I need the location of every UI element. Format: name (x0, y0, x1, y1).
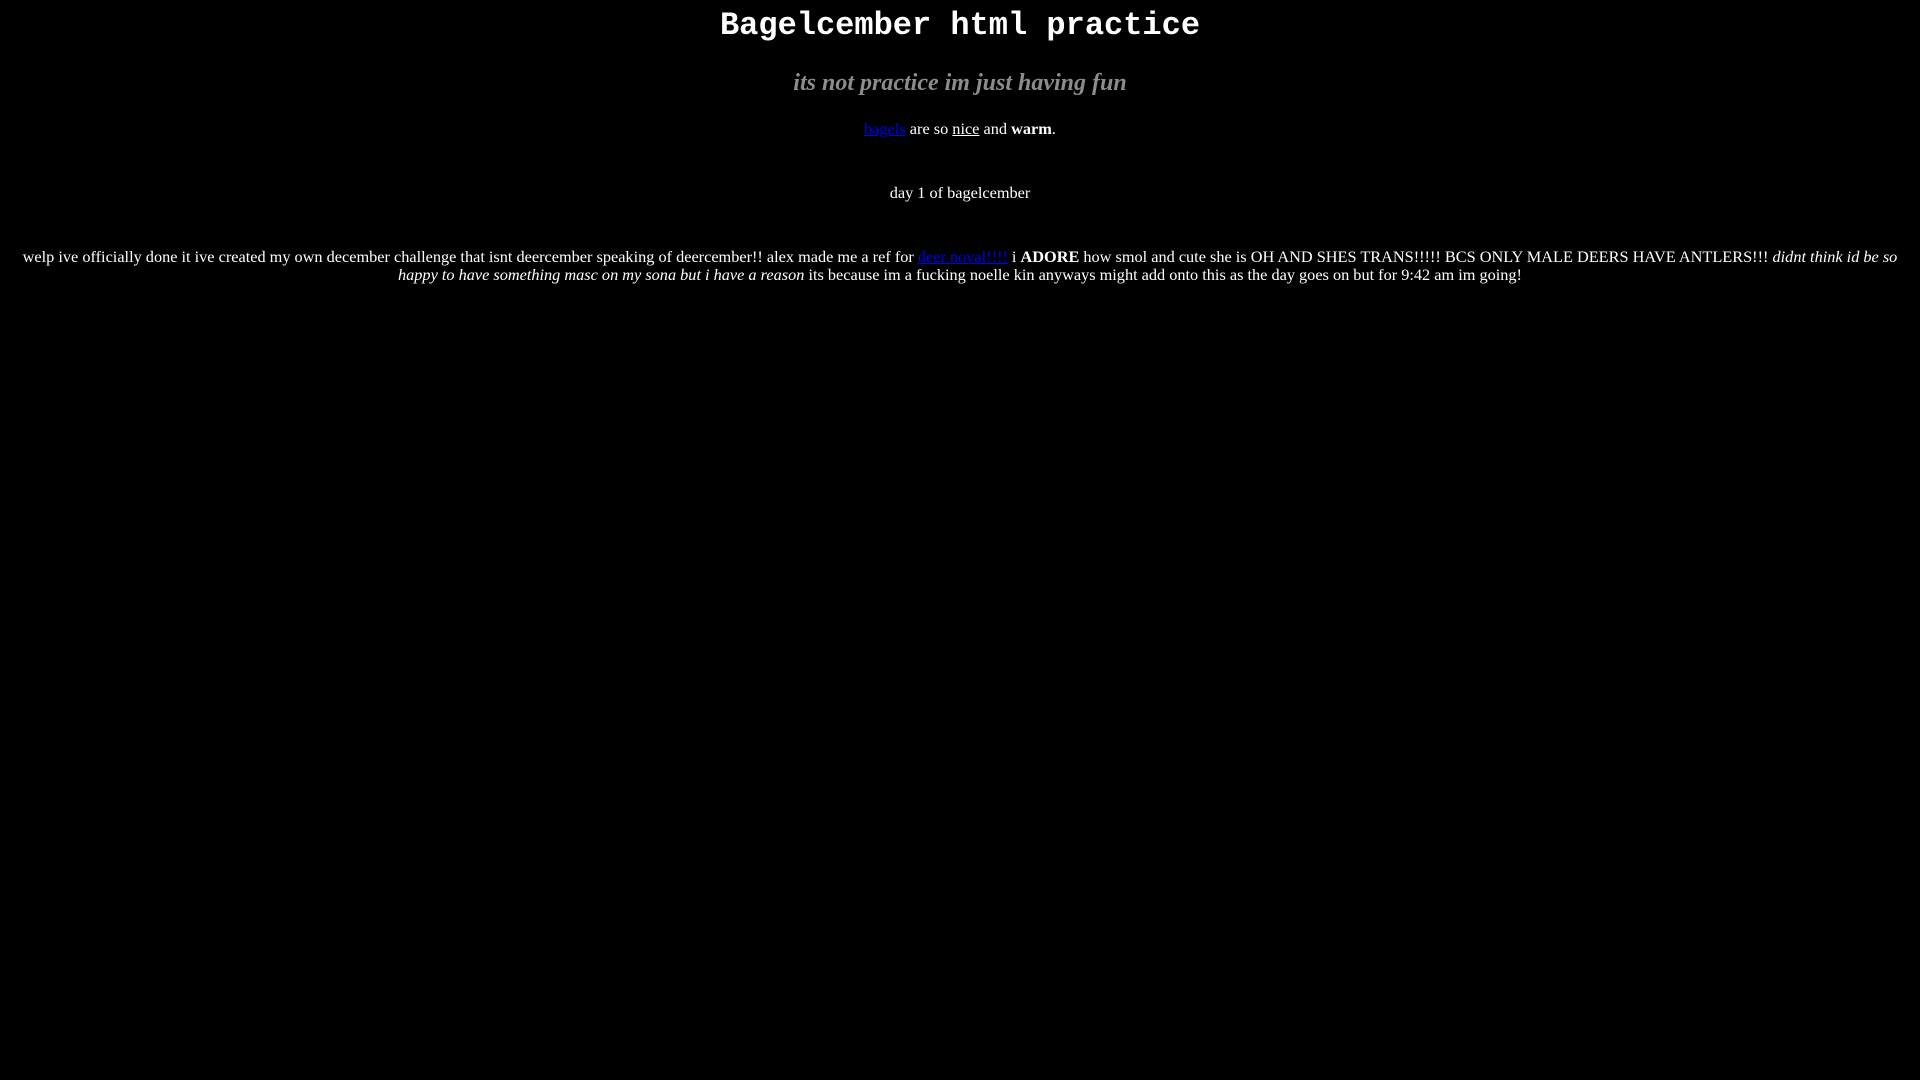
page-subtitle: its not practice im just having fun (793, 70, 1127, 96)
intro-underlined-text: nice (952, 119, 980, 138)
page-title: Bagelcember html practice (719, 7, 1201, 44)
intro-paragraph: bagels are so nice and warm. (10, 120, 1910, 138)
page: Bagelcember html practice its not practi… (0, 8, 1920, 284)
deer-noval-link[interactable]: deer noval!!!! (918, 247, 1008, 266)
entry-paragraph: welp ive officially done it ive created … (10, 248, 1910, 284)
intro-text-3: . (1051, 119, 1056, 138)
bagels-link[interactable]: bagels (864, 119, 906, 138)
entry-text-2: i (1007, 247, 1021, 266)
intro-text-2: and (979, 119, 1012, 138)
intro-text-1: are so (905, 119, 953, 138)
intro-bold-text: warm (1011, 119, 1052, 138)
day-heading: day 1 of bagelcember (889, 183, 1031, 202)
entry-text-4: its because im a fucking noelle kin anyw… (804, 265, 1522, 284)
entry-bold-text: ADORE (1020, 247, 1080, 266)
entry-text-3: how smol and cute she is OH AND SHES TRA… (1079, 247, 1773, 266)
entry-text-1: welp ive officially done it ive created … (22, 247, 918, 266)
